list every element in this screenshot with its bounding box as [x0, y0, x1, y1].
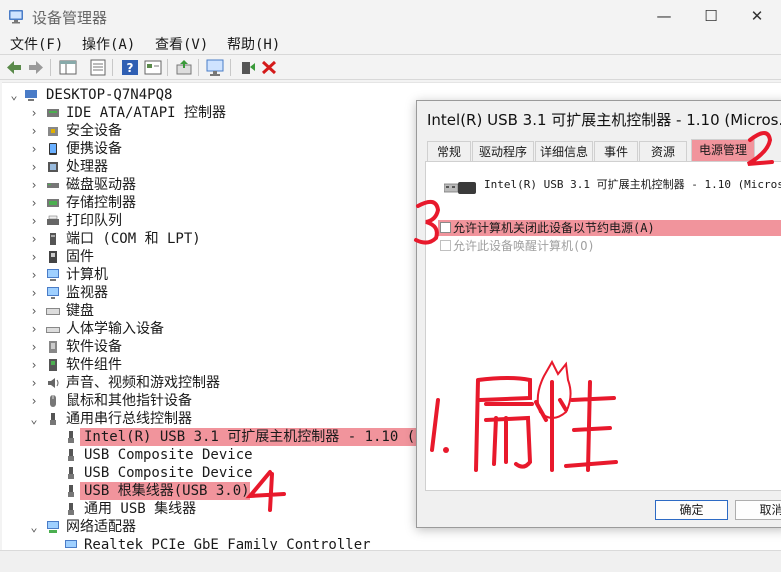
- annotation-2: [746, 131, 774, 166]
- annotation-1-char-xing: [534, 380, 618, 472]
- annotation-3: [414, 199, 441, 245]
- annotation-1-char-shu: [474, 376, 534, 472]
- handwritten-annotations: [245, 131, 774, 512]
- annotation-1-number: [430, 398, 440, 452]
- annotation-4: [245, 470, 286, 512]
